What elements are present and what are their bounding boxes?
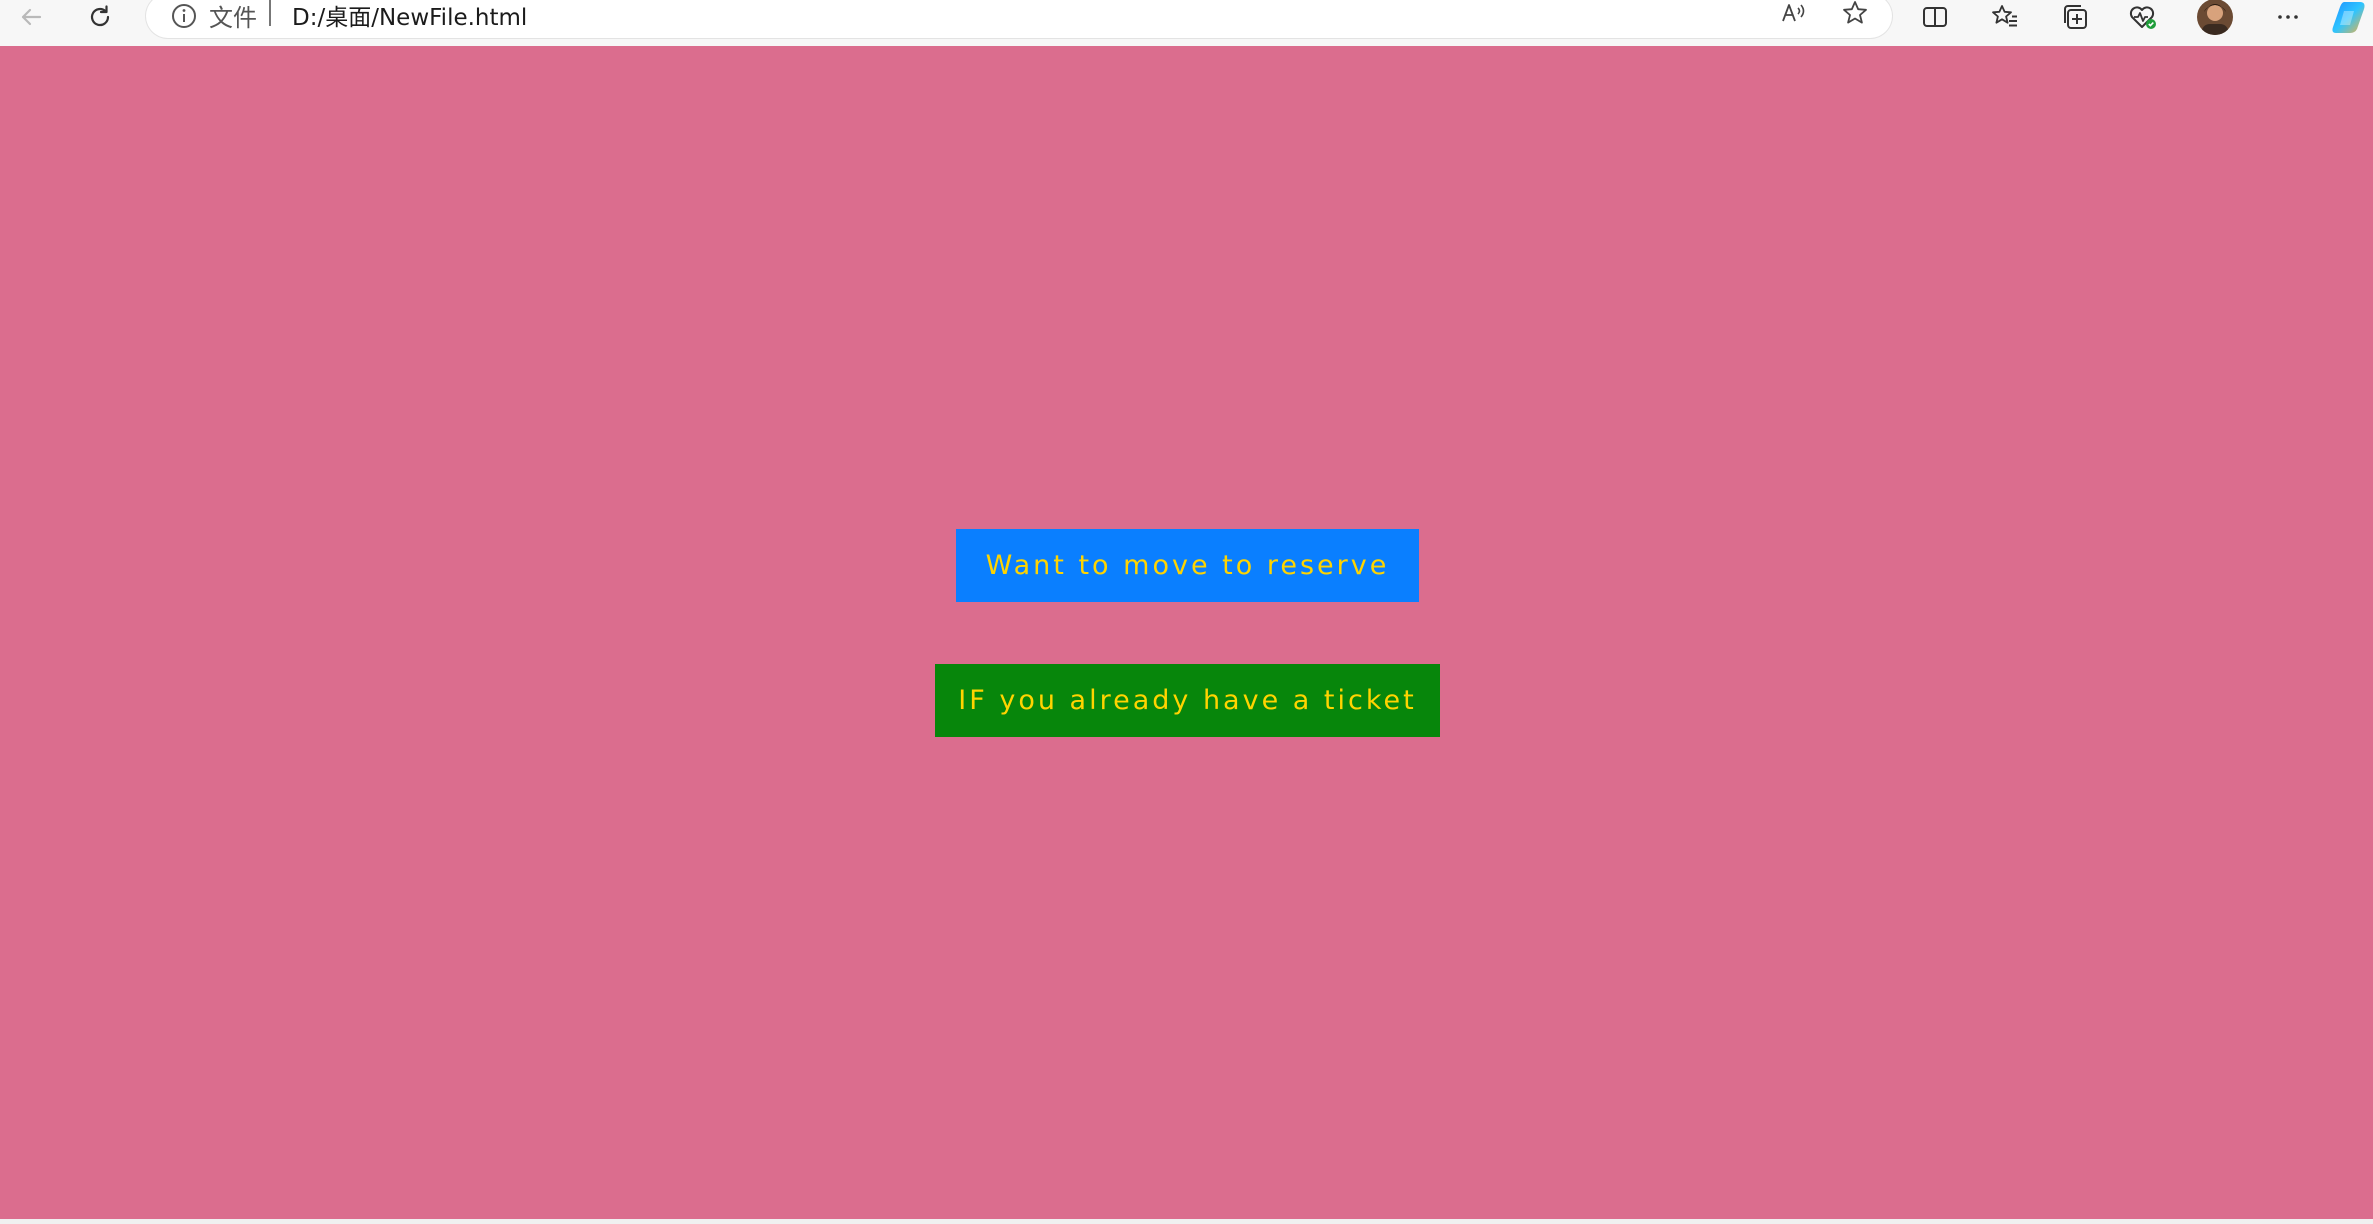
read-aloud-button[interactable] bbox=[1776, 0, 1810, 30]
back-button[interactable] bbox=[8, 0, 54, 34]
profile-avatar bbox=[2197, 0, 2233, 35]
favorite-star-icon bbox=[1843, 1, 1867, 24]
favorites-list-icon bbox=[1992, 5, 2017, 27]
profile-button[interactable] bbox=[2192, 0, 2238, 35]
collections-button[interactable] bbox=[2052, 0, 2098, 34]
copilot-button[interactable] bbox=[2327, 0, 2373, 34]
info-icon[interactable] bbox=[170, 2, 198, 30]
window-bottom-edge bbox=[0, 1219, 2373, 1224]
address-bar[interactable]: 文件 D:/桌面/NewFile.html bbox=[146, 0, 1892, 38]
back-arrow-icon bbox=[21, 8, 42, 26]
browser-toolbar: 文件 D:/桌面/NewFile.html bbox=[0, 0, 2373, 46]
refresh-icon bbox=[90, 5, 110, 27]
reserve-button[interactable]: Want to move to reserve bbox=[956, 529, 1419, 602]
add-favorite-button[interactable] bbox=[1838, 0, 1872, 30]
split-screen-button[interactable] bbox=[1912, 0, 1958, 34]
more-options-button[interactable] bbox=[2265, 0, 2311, 34]
favorites-button[interactable] bbox=[1982, 0, 2028, 34]
more-options-icon bbox=[2278, 15, 2298, 19]
split-screen-icon bbox=[1923, 7, 1947, 27]
address-separator bbox=[269, 0, 271, 26]
address-scheme-label: 文件 bbox=[209, 4, 257, 32]
copilot-icon bbox=[2332, 2, 2365, 33]
ticket-button[interactable]: IF you already have a ticket bbox=[935, 664, 1440, 737]
browser-essentials-button[interactable] bbox=[2120, 0, 2166, 34]
collections-icon bbox=[2064, 5, 2087, 29]
page-body: Want to move to reserve IF you already h… bbox=[0, 46, 2373, 1219]
browser-essentials-icon bbox=[2129, 6, 2156, 29]
address-url-text[interactable]: D:/桌面/NewFile.html bbox=[292, 0, 527, 32]
refresh-button[interactable] bbox=[77, 0, 123, 34]
read-aloud-icon bbox=[1782, 4, 1805, 22]
